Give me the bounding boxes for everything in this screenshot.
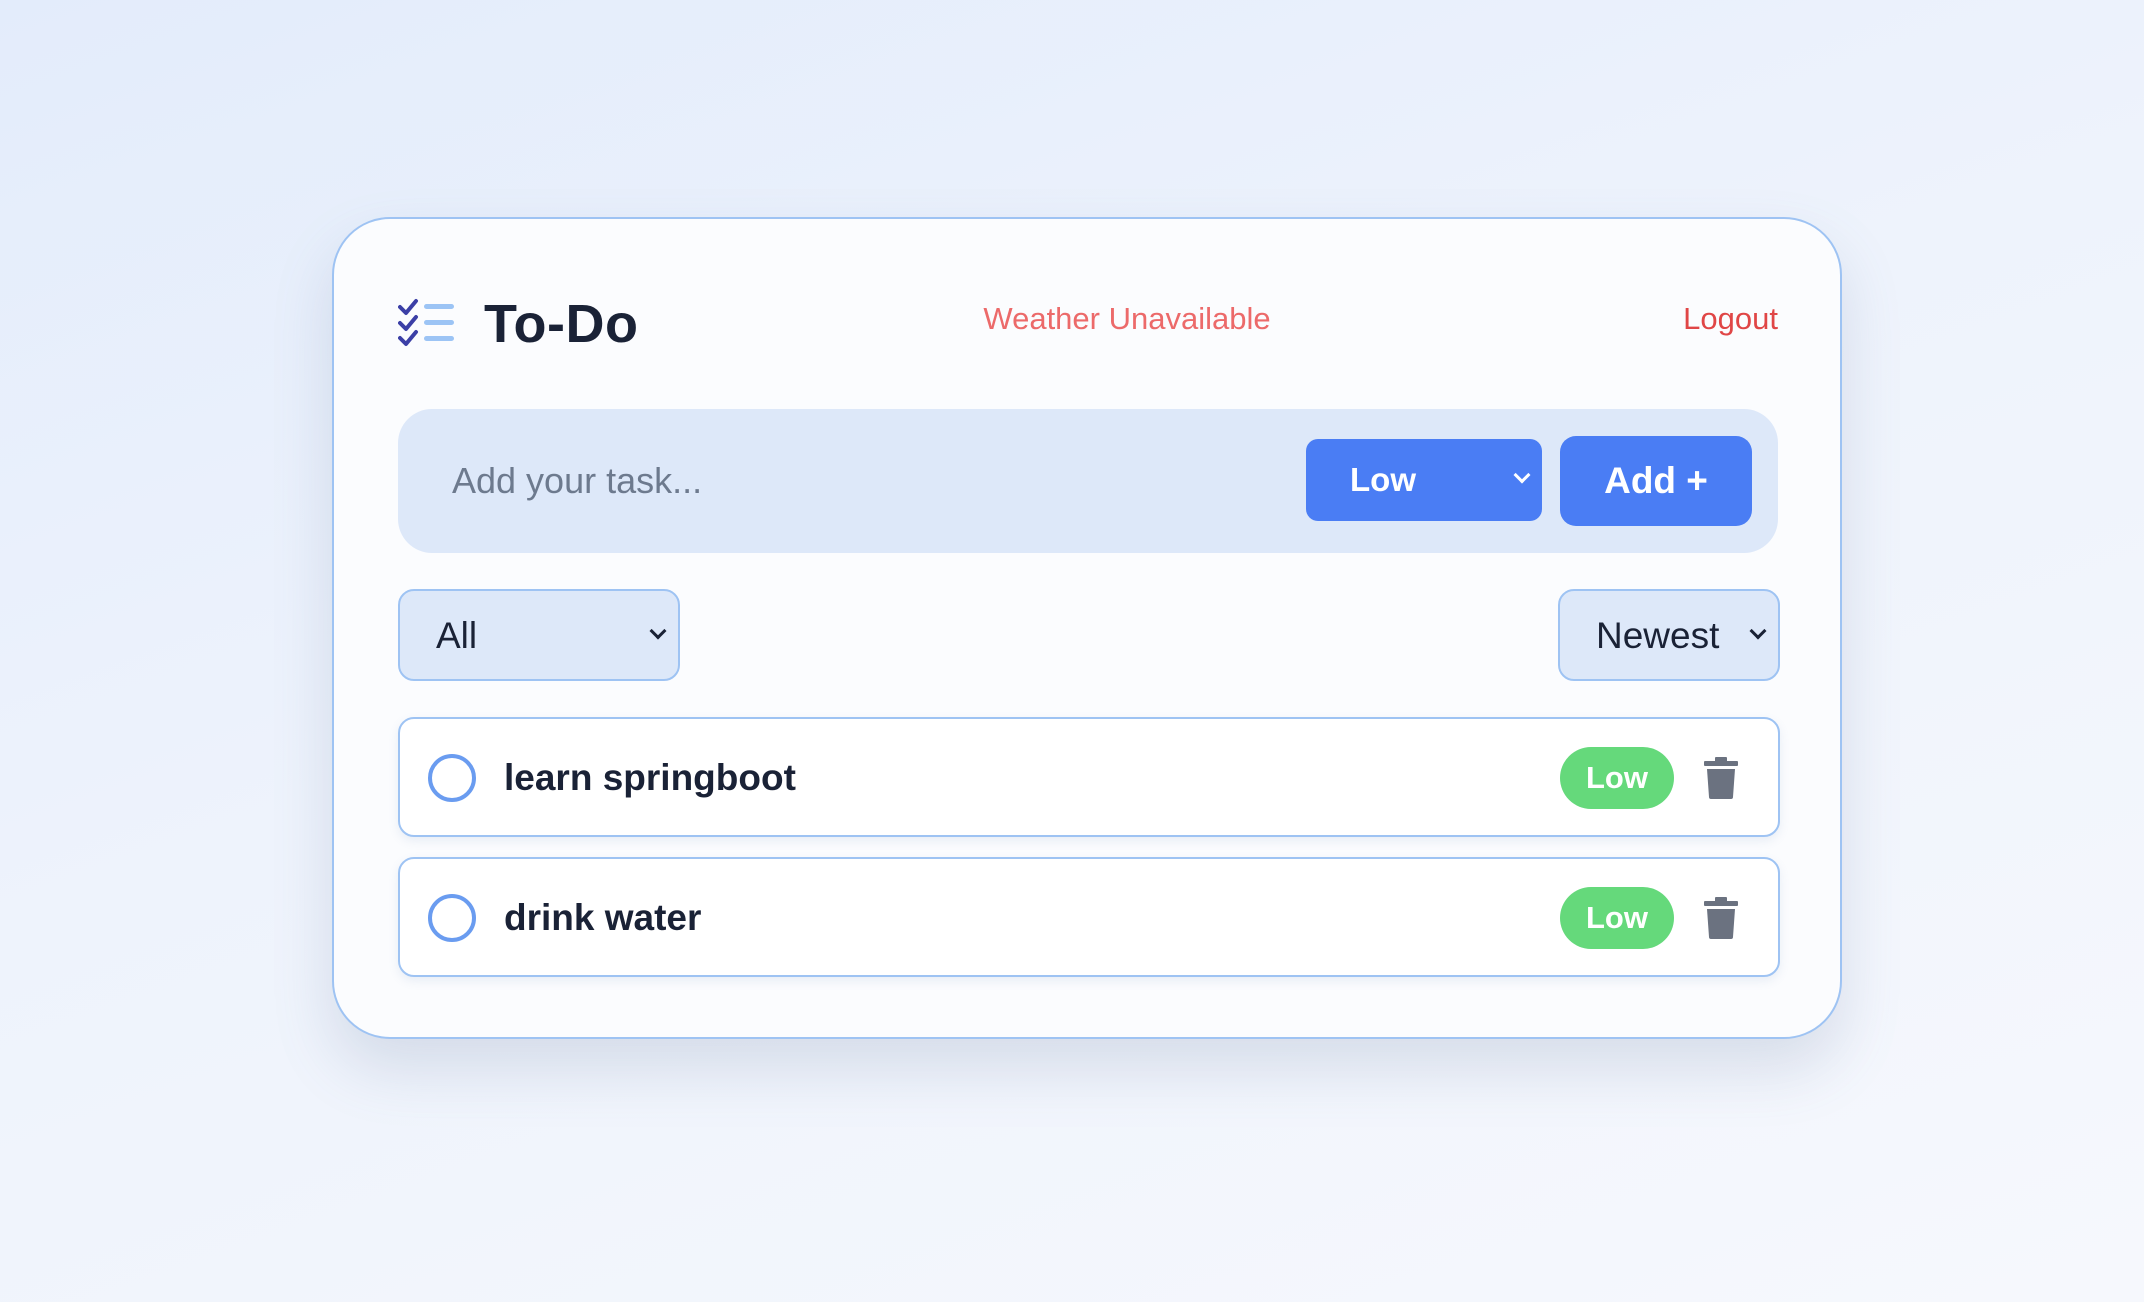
chevron-down-icon [649,622,667,640]
priority-badge: Low [1560,887,1674,949]
trash-icon[interactable] [1704,897,1738,939]
weather-status: Weather Unavailable [983,301,1271,336]
priority-select-value: Low [1350,461,1416,498]
header: To-Do Weather Unavailable Logout [398,289,1778,359]
todo-card: To-Do Weather Unavailable Logout Low Add… [332,217,1842,1039]
task-item: drink water Low [398,857,1780,977]
task-list: learn springboot Low drink water Low [398,717,1780,997]
task-checkbox[interactable] [428,754,476,802]
sort-value: Newest [1596,615,1720,656]
task-text: drink water [504,897,702,938]
trash-icon[interactable] [1704,757,1738,799]
add-task-bar: Low Add + [398,409,1778,553]
priority-badge: Low [1560,747,1674,809]
status-filter-value: All [436,615,478,656]
task-input[interactable] [428,439,1288,523]
priority-select[interactable]: Low [1306,439,1542,521]
chevron-down-icon [1749,622,1767,640]
add-task-button[interactable]: Add + [1560,436,1752,526]
sort-select[interactable]: Newest [1558,589,1780,681]
logout-link[interactable]: Logout [1683,301,1778,337]
task-text: learn springboot [504,757,796,798]
chevron-down-icon [1513,466,1531,484]
task-item: learn springboot Low [398,717,1780,837]
task-checkbox[interactable] [428,894,476,942]
status-filter-select[interactable]: All [398,589,680,681]
